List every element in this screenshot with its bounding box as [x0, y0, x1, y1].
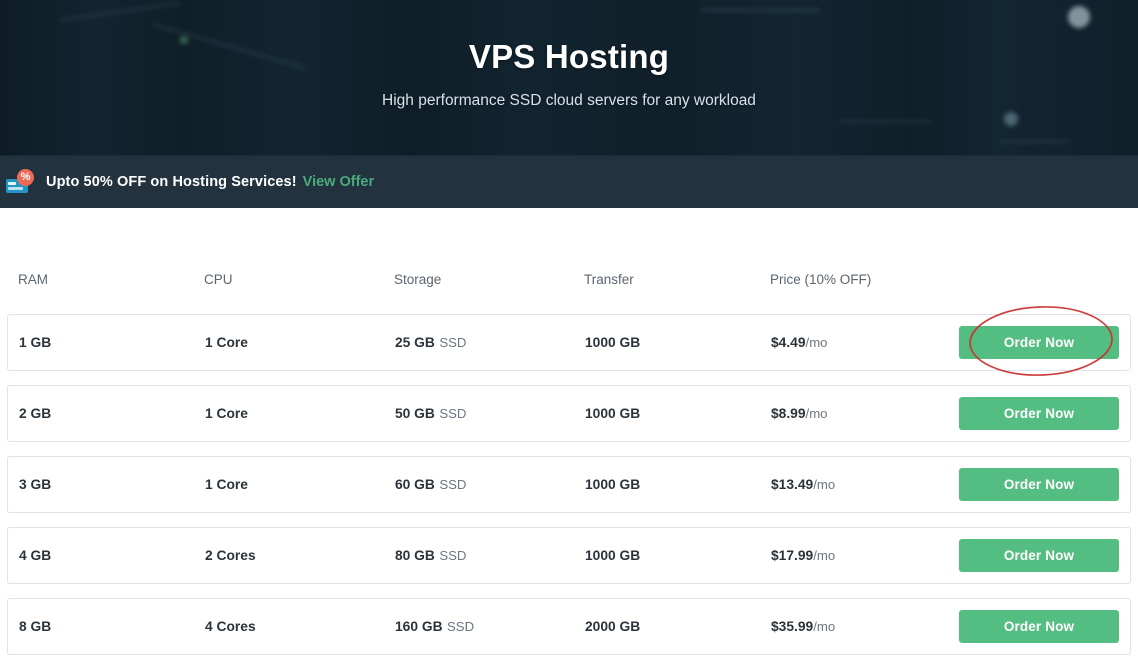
column-header-storage: Storage	[394, 271, 442, 287]
ram-value: 2 GB	[19, 405, 52, 421]
cell-ram: 8 GB	[19, 618, 205, 636]
page-title: VPS Hosting	[468, 38, 670, 75]
cell-ram: 2 GB	[19, 405, 205, 423]
storage-amount: 160 GB	[395, 618, 443, 634]
cell-storage: 60 GB SSD	[395, 476, 585, 494]
price-period: /mo	[805, 405, 828, 421]
storage-amount: 25 GB	[395, 334, 435, 350]
order-now-button[interactable]: Order Now	[959, 468, 1119, 501]
cell-transfer: 1000 GB	[585, 547, 771, 565]
order-now-button[interactable]: Order Now	[959, 610, 1119, 643]
column-header-cpu: CPU	[204, 271, 233, 287]
cell-price: $13.49/mo	[771, 476, 959, 494]
cell-action: Order Now	[959, 397, 1119, 430]
cell-transfer: 1000 GB	[585, 334, 771, 352]
ram-value: 8 GB	[19, 618, 52, 634]
vps-hosting-page: VPS Hosting High performance SSD cloud s…	[0, 0, 1138, 664]
storage-type: SSD	[439, 547, 467, 563]
transfer-value: 1000 GB	[585, 405, 641, 421]
storage-amount: 80 GB	[395, 547, 435, 563]
table-row: 3 GB 1 Core 60 GB SSD 1000 GB $13.49/mo …	[7, 456, 1131, 513]
price-period: /mo	[813, 618, 836, 634]
price-value: $35.99	[771, 618, 814, 634]
card-stripe	[8, 187, 23, 190]
column-header-transfer: Transfer	[584, 271, 634, 287]
cell-storage: 80 GB SSD	[395, 547, 585, 565]
cell-transfer: 1000 GB	[585, 405, 771, 423]
table-row: 4 GB 2 Cores 80 GB SSD 1000 GB $17.99/mo…	[7, 527, 1131, 584]
cell-ram: 4 GB	[19, 547, 205, 565]
cell-price: $35.99/mo	[771, 618, 959, 636]
price-value: $8.99	[771, 405, 806, 421]
cell-cpu: 1 Core	[205, 476, 395, 494]
cpu-value: 1 Core	[205, 476, 248, 492]
cell-cpu: 1 Core	[205, 405, 395, 423]
percent-badge	[17, 169, 34, 186]
storage-type: SSD	[439, 334, 467, 350]
ram-value: 3 GB	[19, 476, 52, 492]
cell-storage: 160 GB SSD	[395, 618, 585, 636]
cpu-value: 4 Cores	[205, 618, 256, 634]
promo-text: Upto 50% OFF on Hosting Services!	[46, 174, 297, 190]
order-now-button[interactable]: Order Now	[959, 397, 1119, 430]
cell-action: Order Now	[959, 610, 1119, 643]
hero-banner: VPS Hosting High performance SSD cloud s…	[0, 0, 1138, 155]
table-header-row: RAM CPU Storage Transfer Price (10% OFF)	[7, 266, 1131, 292]
order-now-button[interactable]: Order Now	[959, 326, 1119, 359]
transfer-value: 1000 GB	[585, 476, 641, 492]
price-period: /mo	[813, 476, 836, 492]
storage-type: SSD	[447, 618, 475, 634]
transfer-value: 1000 GB	[585, 547, 641, 563]
cell-price: $8.99/mo	[771, 405, 959, 423]
column-header-ram: RAM	[18, 271, 48, 287]
cell-cpu: 4 Cores	[205, 618, 395, 636]
table-row: 2 GB 1 Core 50 GB SSD 1000 GB $8.99/mo O…	[7, 385, 1131, 442]
view-offer-link[interactable]: View Offer	[303, 174, 374, 190]
hero-decor-streak	[840, 120, 930, 123]
cell-storage: 50 GB SSD	[395, 405, 585, 423]
discount-card-icon	[6, 169, 36, 195]
cell-ram: 3 GB	[19, 476, 205, 494]
cell-cpu: 2 Cores	[205, 547, 395, 565]
hero-decor-streak	[1000, 140, 1070, 143]
cpu-value: 2 Cores	[205, 547, 256, 563]
cell-action: Order Now	[959, 326, 1119, 359]
order-now-button[interactable]: Order Now	[959, 539, 1119, 572]
cell-storage: 25 GB SSD	[395, 334, 585, 352]
storage-type: SSD	[439, 476, 467, 492]
cell-transfer: 2000 GB	[585, 618, 771, 636]
cell-ram: 1 GB	[19, 334, 205, 352]
storage-amount: 50 GB	[395, 405, 435, 421]
price-value: $13.49	[771, 476, 814, 492]
transfer-value: 1000 GB	[585, 334, 641, 350]
plans-table: RAM CPU Storage Transfer Price (10% OFF)…	[0, 266, 1138, 655]
cell-action: Order Now	[959, 539, 1119, 572]
cell-price: $17.99/mo	[771, 547, 959, 565]
ram-value: 1 GB	[19, 334, 52, 350]
cpu-value: 1 Core	[205, 405, 248, 421]
column-header-price: Price (10% OFF)	[770, 271, 872, 287]
hero-content: VPS Hosting High performance SSD cloud s…	[0, 0, 1138, 110]
ram-value: 4 GB	[19, 547, 52, 563]
table-row: 1 GB 1 Core 25 GB SSD 1000 GB $4.49/mo O…	[7, 314, 1131, 371]
cpu-value: 1 Core	[205, 334, 248, 350]
price-value: $4.49	[771, 334, 806, 350]
transfer-value: 2000 GB	[585, 618, 641, 634]
hero-decor-light	[1004, 112, 1018, 126]
cell-cpu: 1 Core	[205, 334, 395, 352]
cell-action: Order Now	[959, 468, 1119, 501]
storage-type: SSD	[439, 405, 467, 421]
price-period: /mo	[813, 547, 836, 563]
storage-amount: 60 GB	[395, 476, 435, 492]
cell-transfer: 1000 GB	[585, 476, 771, 494]
price-value: $17.99	[771, 547, 814, 563]
cell-price: $4.49/mo	[771, 334, 959, 352]
promo-banner: Upto 50% OFF on Hosting Services! View O…	[0, 155, 1138, 208]
price-period: /mo	[805, 334, 828, 350]
table-row: 8 GB 4 Cores 160 GB SSD 2000 GB $35.99/m…	[7, 598, 1131, 655]
card-stripe	[8, 181, 16, 185]
page-subtitle: High performance SSD cloud servers for a…	[382, 92, 756, 109]
